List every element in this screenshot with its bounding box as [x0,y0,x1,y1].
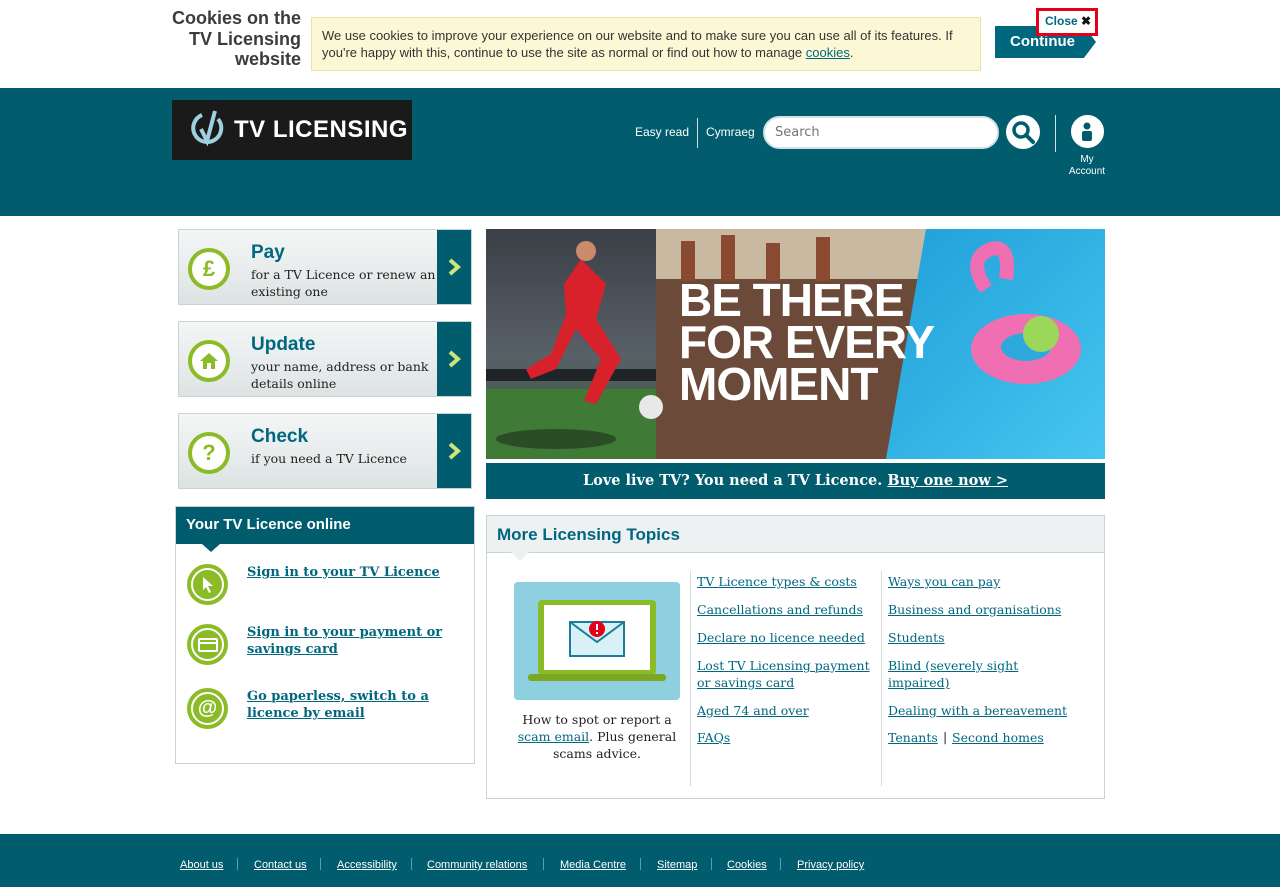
topic-link[interactable]: Blind (severely sight impaired) [888,657,1048,691]
link-separator: | [943,729,948,744]
footer-link-cookies[interactable]: Cookies [727,859,767,871]
go-paperless-link[interactable]: Go paperless, switch to a licence by ema… [247,688,462,722]
chevron-right-icon [437,230,471,304]
chevron-right-icon [437,322,471,396]
topic-link[interactable]: Lost TV Licensing payment or savings car… [697,657,879,691]
tick-logo-icon [191,110,224,147]
tile-title: Check [251,426,309,447]
footer-link-privacy-policy[interactable]: Privacy policy [797,859,864,871]
chevron-right-icon [437,414,471,488]
search-button[interactable] [1006,115,1040,149]
footer-divider [237,858,238,870]
scam-text-pre: How to spot or report a [522,712,672,727]
tile-description: for a TV Licence or renew an existing on… [251,267,436,299]
easy-read-link[interactable]: Easy read [635,125,689,139]
logo-text: TV LICENSING [234,116,409,143]
hero-headline-line: FOR EVERY [679,316,935,368]
topic-link[interactable]: Business and organisations [888,601,1088,618]
at-icon: @ [187,688,228,729]
cookie-message: We use cookies to improve your experienc… [311,17,981,71]
cymraeg-link[interactable]: Cymraeg [706,125,755,139]
my-account-button[interactable]: My Account [1066,115,1108,178]
footer-divider [780,858,781,870]
topic-link[interactable]: Second homes [952,729,1044,746]
online-item: @ Go paperless, switch to a licence by e… [187,688,467,730]
close-label: Close [1045,14,1078,28]
pound-icon: £ [188,248,230,290]
online-item: Sign in to your TV Licence [187,564,467,606]
cursor-icon [187,564,228,605]
column-divider [881,571,882,786]
my-account-label: My Account [1068,154,1106,177]
footer-link-community-relations[interactable]: Community relations [427,859,527,871]
footer-divider [711,858,712,870]
house-icon [188,340,230,382]
check-tile[interactable]: ? Check if you need a TV Licence [178,413,472,489]
scam-email-link[interactable]: scam email [518,729,589,744]
scam-email-illustration[interactable] [514,582,680,700]
cookie-title: Cookies on the TV Licensing website [171,8,301,69]
hero-caption-text: Love live TV? You need a TV Licence. [582,472,888,489]
footer-divider [543,858,544,870]
topic-link[interactable]: Aged 74 and over [697,702,877,719]
footer-link-accessibility[interactable]: Accessibility [337,859,397,871]
topic-link[interactable]: TV Licence types & costs [697,573,877,590]
card-icon [187,624,228,665]
panel-heading: Your TV Licence online [176,507,474,552]
cookie-message-end: . [849,45,854,60]
buy-one-now-link[interactable]: Buy one now > [887,472,1008,489]
hero-headline-line: BE THERE [679,274,905,326]
topic-link[interactable]: FAQs [697,729,877,746]
user-icon [1070,115,1104,148]
laptop-envelope-icon [514,582,680,700]
tile-title: Update [251,334,316,355]
cookie-message-text: We use cookies to improve your experienc… [322,28,953,60]
site-header: TV LICENSING Easy read Cymraeg My Accoun… [0,88,1280,216]
sign-in-payment-card-link[interactable]: Sign in to your payment or savings card [247,624,462,658]
search-icon [1012,121,1035,144]
footer-link-media-centre[interactable]: Media Centre [560,859,626,871]
column-divider [690,571,691,786]
sign-in-licence-link[interactable]: Sign in to your TV Licence [247,564,462,581]
panel-heading: More Licensing Topics [487,516,1104,561]
cookie-banner: Cookies on the TV Licensing website We u… [0,0,1280,88]
scam-advice-text: How to spot or report a scam email. Plus… [507,711,687,762]
footer-divider [640,858,641,870]
tv-licensing-logo[interactable]: TV LICENSING [172,100,412,160]
topic-link[interactable]: Tenants [888,729,938,746]
licence-online-panel: Your TV Licence online Sign in to your T… [175,506,475,764]
close-icon: ✖ [1081,14,1092,28]
question-icon: ? [188,432,230,474]
online-item: Sign in to your payment or savings card [187,624,467,666]
search-input[interactable] [763,116,999,149]
cookies-link[interactable]: cookies [806,45,850,60]
tile-title: Pay [251,242,285,263]
utility-divider [697,118,698,148]
hero-headline: BE THERE FOR EVERY MOMENT [679,274,935,410]
header-divider [1055,115,1056,152]
more-topics-panel: More Licensing Topics How to spot or rep… [486,515,1105,799]
close-button[interactable]: Close ✖ [1036,8,1098,36]
topic-link[interactable]: Cancellations and refunds [697,601,877,618]
topic-link[interactable]: Ways you can pay [888,573,1088,590]
site-footer: About us Contact us Accessibility Commun… [0,834,1280,887]
topic-link[interactable]: Students [888,629,1088,646]
hero-banner[interactable]: BE THERE FOR EVERY MOMENT [486,229,1105,459]
footer-divider [320,858,321,870]
topic-link[interactable]: Dealing with a bereavement [888,702,1088,719]
tile-description: your name, address or bank details onlin… [251,359,429,391]
pay-tile[interactable]: £ Pay for a TV Licence or renew an exist… [178,229,472,305]
topic-link[interactable]: Declare no licence needed [697,629,877,646]
footer-divider [411,858,412,870]
hero-caption: Love live TV? You need a TV Licence. Buy… [486,463,1105,499]
hero-headline-line: MOMENT [679,358,878,410]
footer-link-contact-us[interactable]: Contact us [254,859,307,871]
tile-description: if you need a TV Licence [251,451,407,466]
footer-link-about-us[interactable]: About us [180,859,223,871]
footer-link-sitemap[interactable]: Sitemap [657,859,697,871]
update-tile[interactable]: Update your name, address or bank detail… [178,321,472,397]
